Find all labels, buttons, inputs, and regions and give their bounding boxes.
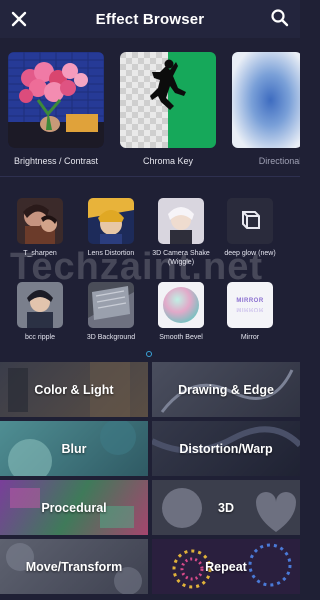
effect-thumb: MIRROR MIRROR bbox=[227, 282, 273, 328]
effect-item-bcc-ripple[interactable]: bcc ripple bbox=[9, 282, 71, 342]
effect-item-deep-glow[interactable]: deep glow (new) bbox=[219, 198, 281, 258]
mirror-thumb-text: MIRROR bbox=[236, 298, 264, 304]
page-indicator bbox=[146, 351, 152, 357]
effect-thumb bbox=[227, 198, 273, 244]
featured-label: Directional bbox=[258, 156, 300, 166]
effect-label: T_sharpen bbox=[23, 250, 57, 257]
mirror-thumb-reflection: MIRROR bbox=[236, 306, 264, 312]
effect-label: bcc ripple bbox=[25, 334, 55, 341]
category-tile-drawing-edge[interactable]: Drawing & Edge bbox=[152, 362, 300, 417]
featured-brightness-contrast-thumb[interactable] bbox=[8, 52, 104, 148]
category-tile-blur[interactable]: Blur bbox=[0, 421, 148, 476]
section-divider bbox=[0, 176, 300, 177]
category-label: Move/Transform bbox=[25, 559, 123, 574]
page-title: Effect Browser bbox=[95, 10, 205, 28]
effect-item-smooth-bevel[interactable]: Smooth Bevel bbox=[150, 282, 212, 342]
category-label: 3D bbox=[218, 500, 234, 515]
search-icon[interactable] bbox=[270, 8, 290, 28]
effect-item-mirror[interactable]: MIRROR MIRROR Mirror bbox=[219, 282, 281, 342]
cube-icon bbox=[227, 198, 273, 244]
effect-thumb bbox=[88, 198, 134, 244]
category-tile-move-transform[interactable]: Move/Transform bbox=[0, 539, 148, 594]
effect-thumb bbox=[17, 282, 63, 328]
effect-label: deep glow (new) bbox=[224, 250, 276, 257]
effect-item-t-sharpen[interactable]: T_sharpen bbox=[9, 198, 71, 258]
featured-label: Chroma Key bbox=[142, 156, 194, 166]
category-label: Drawing & Edge bbox=[178, 382, 274, 397]
effect-label: 3D Background bbox=[86, 334, 136, 341]
effect-item-lens-distortion[interactable]: Lens Distortion bbox=[80, 198, 142, 258]
featured-label: Brightness / Contrast bbox=[13, 156, 99, 166]
category-tile-procedural[interactable]: Procedural bbox=[0, 480, 148, 535]
featured-effects-carousel[interactable]: Brightness / Contrast Chroma Key Directi… bbox=[0, 44, 300, 174]
effect-label: Smooth Bevel bbox=[159, 334, 203, 341]
category-tile-color-light[interactable]: Color & Light bbox=[0, 362, 148, 417]
effect-label: Mirror bbox=[240, 334, 260, 341]
category-label: Procedural bbox=[41, 500, 107, 515]
close-icon[interactable] bbox=[9, 9, 29, 29]
effect-thumb bbox=[158, 198, 204, 244]
category-tile-distortion-warp[interactable]: Distortion/Warp bbox=[152, 421, 300, 476]
category-tile-3d[interactable]: 3D bbox=[152, 480, 300, 535]
featured-chroma-key-thumb[interactable] bbox=[120, 52, 216, 148]
featured-directional-thumb[interactable] bbox=[232, 52, 300, 148]
effect-thumb bbox=[17, 198, 63, 244]
effect-item-3d-camera-shake[interactable]: 3D Camera Shake (Wiggle) bbox=[150, 198, 212, 267]
category-label: Blur bbox=[61, 441, 87, 456]
category-tile-repeat[interactable]: Repeat bbox=[152, 539, 300, 594]
effects-grid: T_sharpen Lens Distortion 3D Camera Shak… bbox=[0, 186, 300, 356]
top-bar: Effect Browser bbox=[0, 0, 300, 38]
category-label: Repeat bbox=[205, 559, 247, 574]
effect-item-3d-background[interactable]: 3D Background bbox=[80, 282, 142, 342]
category-label: Color & Light bbox=[34, 382, 114, 397]
category-label: Distortion/Warp bbox=[179, 441, 273, 456]
effect-label: Lens Distortion bbox=[87, 250, 135, 257]
effect-thumb bbox=[158, 282, 204, 328]
effect-thumb bbox=[88, 282, 134, 328]
category-grid: Color & Light Drawing & Edge Blur Distor… bbox=[0, 362, 300, 600]
effect-label: 3D Camera Shake (Wiggle) bbox=[152, 250, 210, 266]
